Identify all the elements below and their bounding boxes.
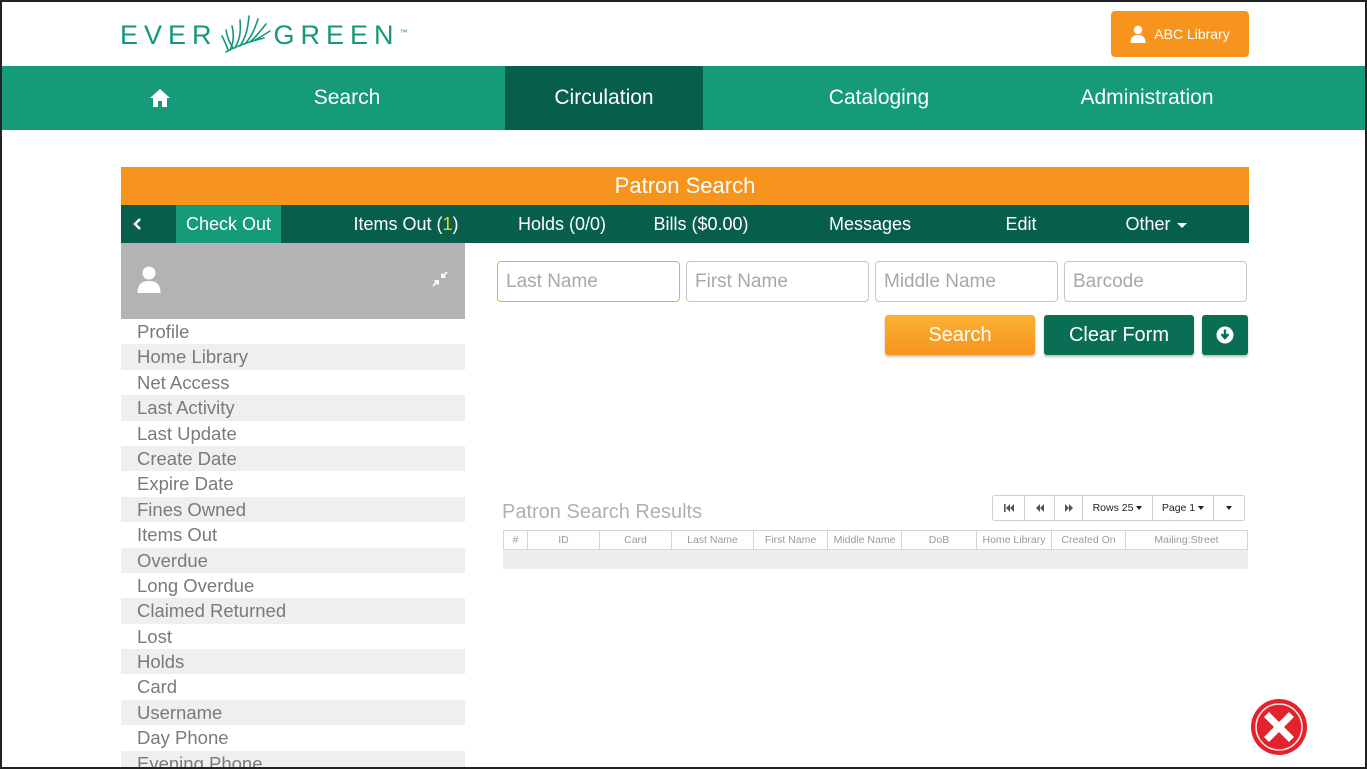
tab-items-out-prefix: Items Out ( [353,213,443,234]
caret-down-icon [1198,506,1205,510]
patron-field-list: Profile Home Library Net Access Last Act… [121,319,465,769]
results-title: Patron Search Results [502,501,703,523]
barcode-input[interactable] [1064,261,1247,302]
last-name-input[interactable] [497,261,680,302]
caret-down-icon [1176,222,1187,228]
nav-search[interactable]: Search [212,66,482,130]
more-options-button[interactable] [1202,315,1248,355]
col-last-name[interactable]: Last Name [672,531,754,549]
patron-search-title: Patron Search [121,167,1249,205]
nav-cataloging[interactable]: Cataloging [744,66,1014,130]
page-label: Page 1 [1161,502,1196,514]
field-last-update: Last Update [137,422,237,444]
home-icon [150,89,170,107]
col-mailing-street[interactable]: Mailing:Street [1126,531,1247,549]
grid-options-dropdown[interactable] [1213,495,1245,521]
field-create-date: Create Date [121,445,465,472]
prev-page-button[interactable] [1024,495,1055,521]
nav-circulation[interactable]: Circulation [505,66,703,130]
search-button[interactable]: Search [885,315,1035,355]
next-page-icon [1064,504,1073,512]
back-button[interactable] [121,205,155,243]
library-button[interactable]: ABC Library [1111,11,1249,57]
tab-other-label: Other [1125,213,1171,234]
rows-per-page-dropdown[interactable]: Rows 25 [1082,495,1153,521]
first-name-input[interactable] [686,261,869,302]
next-page-button[interactable] [1054,495,1083,521]
caret-down-icon [1226,506,1232,510]
field-evening-phone: Evening Phone [121,750,465,769]
results-pager: Rows 25 Page 1 [992,495,1245,521]
field-holds: Holds [121,649,465,675]
field-username: Username [121,699,465,726]
col-middle-name[interactable]: Middle Name [828,531,902,549]
clear-form-button[interactable]: Clear Form [1044,315,1194,355]
chevron-left-icon [133,218,141,230]
col-id[interactable]: ID [528,531,600,549]
evergreen-logo[interactable]: EVER GREEN ™ [120,12,408,58]
tab-edit[interactable]: Edit [991,205,1051,243]
user-icon [137,266,161,293]
close-icon[interactable] [1250,698,1308,756]
field-profile: Profile [137,321,190,342]
col-first-name[interactable]: First Name [754,531,828,549]
leaf-logo-icon [220,15,271,53]
patron-summary-header [121,243,465,319]
field-card: Card [137,676,178,698]
col-home-library[interactable]: Home Library [977,531,1052,549]
middle-name-input[interactable] [875,261,1058,302]
logo-trademark: ™ [399,28,408,37]
tab-bills[interactable]: Bills ($0.00) [641,205,761,243]
first-page-button[interactable] [992,495,1025,521]
patron-subnav: Check Out Items Out (1) Holds (0/0) Bill… [121,205,1249,243]
results-grid-header: # ID Card Last Name First Name Middle Na… [503,530,1248,550]
main-nav: Search Circulation Cataloging Administra… [2,66,1365,130]
col-number[interactable]: # [504,531,528,549]
field-lost: Lost [137,625,172,647]
col-dob[interactable]: DoB [902,531,977,549]
user-icon [1130,25,1146,43]
col-created-on[interactable]: Created On [1052,531,1126,549]
field-items-out: Items Out [137,524,218,546]
collapse-icon[interactable] [432,271,448,287]
tab-other[interactable]: Other [1116,205,1196,243]
field-last-activity: Last Activity [121,395,465,421]
tab-holds[interactable]: Holds (0/0) [506,205,618,243]
results-empty-row [503,550,1248,569]
tab-items-out[interactable]: Items Out (1) [336,205,476,243]
col-card[interactable]: Card [600,531,672,549]
field-expire-date: Expire Date [137,473,234,495]
field-claimed-returned: Claimed Returned [121,598,465,624]
caret-down-icon [1136,506,1143,510]
tab-messages[interactable]: Messages [816,205,924,243]
nav-administration[interactable]: Administration [1012,66,1282,130]
field-home-library: Home Library [121,344,465,370]
tab-items-out-suffix: ) [452,213,459,234]
field-overdue: Overdue [121,547,465,573]
field-fines-owned: Fines Owned [121,496,465,523]
field-long-overdue: Long Overdue [137,574,255,596]
rows-per-page-label: Rows 25 [1092,502,1134,514]
nav-home[interactable] [124,66,196,130]
page-dropdown[interactable]: Page 1 [1152,495,1214,521]
logo-text-left: EVER [120,19,218,50]
library-button-label: ABC Library [1154,26,1230,42]
download-icon [1216,326,1234,344]
first-page-icon [1003,504,1014,512]
items-out-count: 1 [442,213,453,234]
logo-text-right: GREEN [273,19,400,50]
field-net-access: Net Access [137,371,230,393]
prev-page-icon [1035,504,1044,512]
tab-check-out[interactable]: Check Out [176,205,281,243]
field-day-phone: Day Phone [121,725,465,751]
